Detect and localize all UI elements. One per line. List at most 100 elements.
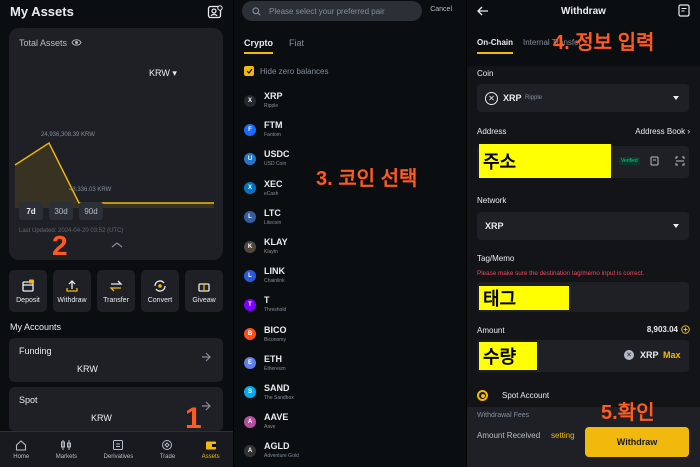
address-book-label: Address Book	[635, 127, 686, 136]
coin-item-klay[interactable]: K KLAY Klaytn	[244, 232, 454, 261]
asset-chart: 24,936,308.39 KRW 43,336.03 KRW	[14, 132, 214, 208]
nav-label: Assets	[201, 454, 220, 460]
coin-name: eCash	[264, 190, 279, 197]
wallet-icon	[205, 441, 216, 450]
spot-account-option[interactable]: Spot Account	[477, 390, 549, 401]
withdraw-button[interactable]: Withdraw	[53, 270, 91, 312]
coin-item-ltc[interactable]: L LTC Litecoin	[244, 203, 454, 232]
nav-label: Derivatives	[103, 454, 134, 460]
coin-text: ETH Ethereum	[264, 354, 286, 373]
history-icon[interactable]	[678, 4, 690, 17]
cancel-button[interactable]: Cancel	[430, 6, 452, 13]
page-title: Withdraw	[561, 6, 606, 17]
coin-item-ftm[interactable]: F FTM Fantom	[244, 115, 454, 144]
eye-icon[interactable]	[71, 38, 82, 47]
amount-label: Amount	[477, 326, 505, 335]
annotation-box-tag: 태그	[479, 286, 569, 310]
nav-trade[interactable]: Trade	[160, 439, 175, 460]
coin-label: Coin	[477, 69, 494, 78]
withdraw-button[interactable]: Withdraw	[585, 427, 689, 457]
coin-symbol: XEC	[264, 178, 283, 189]
setting-link[interactable]: setting	[551, 431, 575, 440]
account-name: Spot	[19, 395, 38, 405]
coin-name: Litecoin	[264, 219, 282, 226]
nav-home[interactable]: Home	[13, 439, 29, 460]
coin-item-aave[interactable]: A AAVE Aave	[244, 407, 454, 436]
network-value: XRP	[485, 221, 504, 231]
range-90d[interactable]: 90d	[79, 202, 103, 220]
coin-text: AGLD Adventure Gold	[264, 441, 299, 460]
coin-text: SAND The Sandbox	[264, 383, 294, 402]
coin-item-agld[interactable]: A AGLD Adventure Gold	[244, 436, 454, 465]
tab-fiat[interactable]: Fiat	[289, 38, 304, 54]
range-buttons: 7d 30d 90d	[19, 202, 103, 220]
coin-name: Threshold	[264, 307, 287, 314]
coin-select[interactable]: ✕ XRP Ripple	[477, 84, 689, 112]
coin-symbol: KLAY	[264, 237, 288, 248]
deposit-label: Deposit	[16, 296, 40, 304]
radio-selected-icon	[477, 390, 488, 401]
action-row: Deposit Withdraw Transfer Convert Giveaw	[9, 270, 223, 312]
account-settings-icon[interactable]	[207, 4, 223, 20]
transfer-label: Transfer	[103, 296, 129, 304]
gift-icon	[198, 282, 210, 292]
coin-name: Chainlink	[264, 278, 285, 285]
coin-name: Klaytn	[264, 249, 278, 256]
chevron-right-icon: ›	[687, 127, 690, 136]
nav-assets[interactable]: Assets	[202, 439, 220, 460]
coin-item-bico[interactable]: B BICO Biconomy	[244, 320, 454, 349]
available-value: 8,903.04	[646, 325, 678, 334]
coin-item-sand[interactable]: S SAND The Sandbox	[244, 378, 454, 407]
eth-icon: E	[244, 357, 256, 370]
coin-name: Biconomy	[264, 336, 286, 343]
coin-item-t[interactable]: T T Threshold	[244, 290, 454, 319]
document-icon	[113, 440, 124, 450]
annotation-step3: 3. 코인 선택	[316, 168, 418, 190]
range-30d[interactable]: 30d	[49, 202, 73, 220]
nav-label: Home	[13, 454, 30, 460]
giveaway-button[interactable]: Giveaw	[185, 270, 223, 312]
nav-markets[interactable]: Markets	[56, 439, 77, 460]
convert-icon	[154, 279, 166, 292]
deposit-button[interactable]: Deposit	[9, 270, 47, 312]
chevron-up-icon[interactable]	[111, 242, 123, 248]
range-7d[interactable]: 7d	[19, 202, 43, 220]
xrp-icon: X	[244, 94, 256, 107]
address-book-link[interactable]: Address Book ›	[635, 127, 690, 136]
checkbox-checked-icon	[244, 66, 254, 76]
coin-item-xrp[interactable]: X XRP Ripple	[244, 86, 454, 115]
coin-item-eth[interactable]: E ETH Ethereum	[244, 349, 454, 378]
hide-zero-toggle[interactable]: Hide zero balances	[244, 66, 328, 76]
max-button[interactable]: Max	[663, 350, 681, 360]
assets-screen: My Assets Total Assets KRW ▾ 24,936,308.…	[0, 0, 233, 467]
funding-account[interactable]: Funding KRW	[9, 338, 223, 382]
klay-icon: K	[244, 240, 256, 253]
currency-select[interactable]: KRW ▾	[149, 68, 177, 79]
transfer-button[interactable]: Transfer	[97, 270, 135, 312]
search-input[interactable]: Please select your preferred pair	[242, 1, 422, 21]
amount-available: 8,903.04	[647, 325, 690, 334]
tab-crypto[interactable]: Crypto	[244, 38, 273, 54]
coin-text: T Threshold	[264, 295, 286, 314]
coin-symbol: T	[264, 295, 270, 306]
network-select[interactable]: XRP	[477, 212, 689, 240]
coin-select-screen: Please select your preferred pair Cancel…	[234, 0, 466, 467]
ftm-icon: F	[244, 123, 256, 136]
clear-icon[interactable]: ✕	[624, 350, 634, 360]
tab-on-chain[interactable]: On-Chain	[477, 38, 513, 54]
caret-down-icon	[673, 224, 679, 228]
convert-button[interactable]: Convert	[141, 270, 179, 312]
nav-derivatives[interactable]: Derivatives	[103, 439, 134, 460]
scan-icon[interactable]	[675, 156, 685, 166]
annotation-box-address: 주소	[479, 144, 611, 178]
back-arrow-icon[interactable]	[477, 6, 489, 16]
add-circle-icon[interactable]	[681, 325, 690, 334]
agld-icon: A	[244, 444, 256, 457]
page-title: My Assets	[10, 4, 74, 19]
network-label: Network	[477, 196, 507, 205]
coin-item-link[interactable]: L LINK Chainlink	[244, 261, 454, 290]
coin-text: XEC eCash	[264, 179, 283, 198]
arrow-right-icon	[202, 401, 211, 411]
last-updated: Last Updated: 2024-04-20 03:52 (UTC)	[19, 228, 124, 234]
address-book-icon[interactable]	[650, 156, 659, 166]
